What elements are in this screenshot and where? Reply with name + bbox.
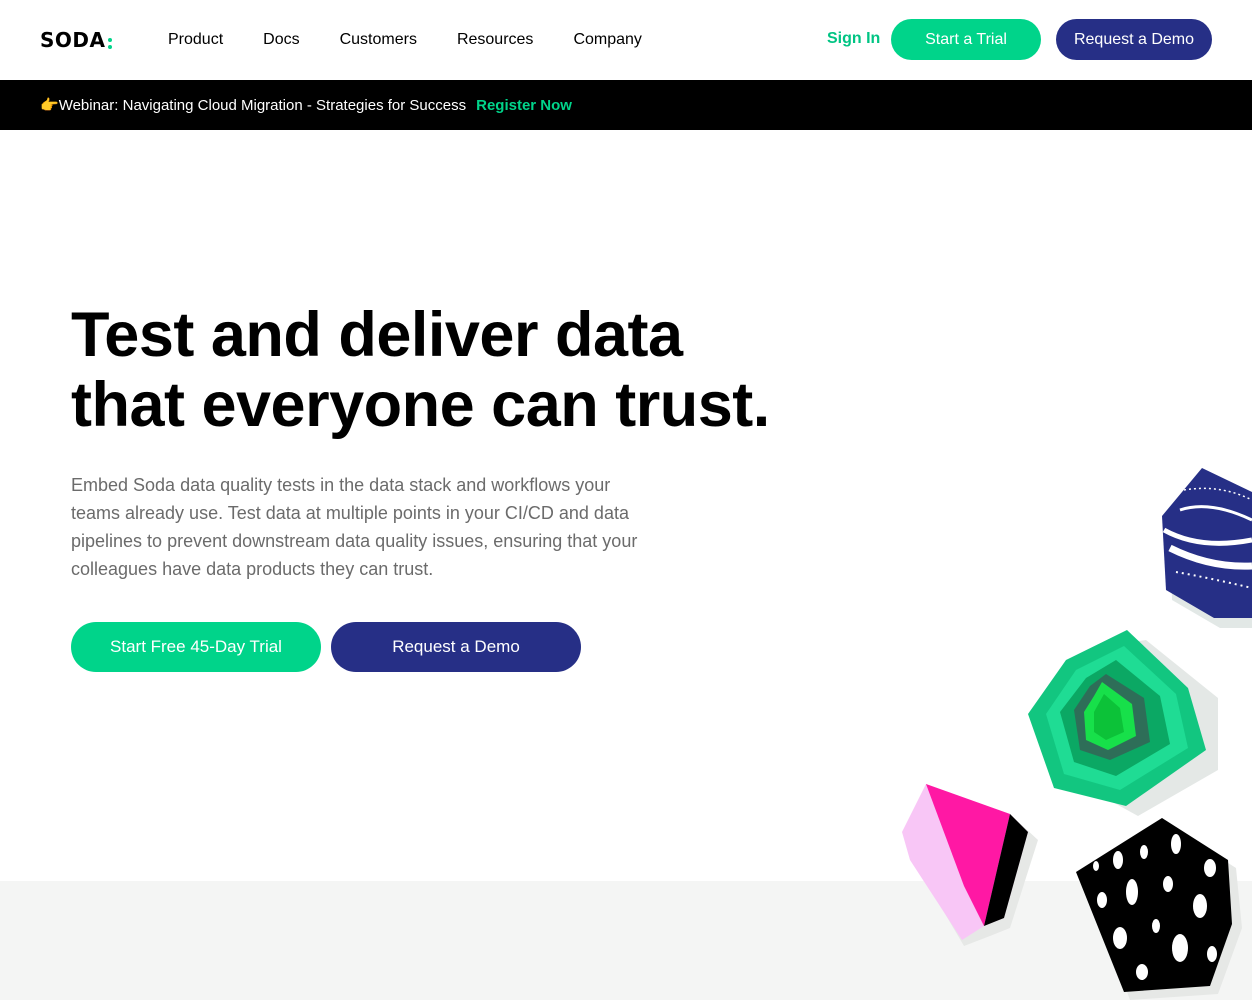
pointing-hand-icon: 👉 (40, 97, 59, 114)
soda-logo[interactable]: SODA (40, 28, 112, 52)
register-now-link[interactable]: Register Now (476, 97, 572, 114)
nav-company[interactable]: Company (573, 31, 641, 49)
navy-hexagon-icon (1162, 468, 1252, 618)
announcement-banner: 👉 Webinar: Navigating Cloud Migration - … (0, 80, 1252, 130)
decorative-hexagons-illustration (902, 468, 1252, 1000)
nav-docs[interactable]: Docs (263, 31, 299, 49)
start-trial-button[interactable]: Start a Trial (891, 19, 1041, 60)
site-header: SODA Product Docs Customers Resources Co… (0, 0, 1252, 80)
black-spotted-hexagon-icon (1076, 818, 1232, 992)
hero-request-demo-button[interactable]: Request a Demo (331, 622, 581, 672)
hero-title: Test and deliver data that everyone can … (71, 300, 831, 440)
nav-resources[interactable]: Resources (457, 31, 533, 49)
main-nav: Product Docs Customers Resources Company (168, 31, 642, 49)
banner-text: Webinar: Navigating Cloud Migration - St… (58, 96, 467, 114)
nav-product[interactable]: Product (168, 31, 223, 49)
logo-text: SODA (40, 28, 106, 52)
hero-title-line-2: that everyone can trust. (71, 370, 770, 440)
request-demo-button[interactable]: Request a Demo (1056, 19, 1212, 60)
nav-customers[interactable]: Customers (340, 31, 417, 49)
hero-title-line-1: Test and deliver data (71, 300, 683, 370)
sign-in-link[interactable]: Sign In (827, 30, 880, 48)
hero-subtitle: Embed Soda data quality tests in the dat… (71, 475, 638, 579)
logo-dots-icon (107, 37, 112, 49)
hero-start-trial-button[interactable]: Start Free 45-Day Trial (71, 622, 321, 672)
